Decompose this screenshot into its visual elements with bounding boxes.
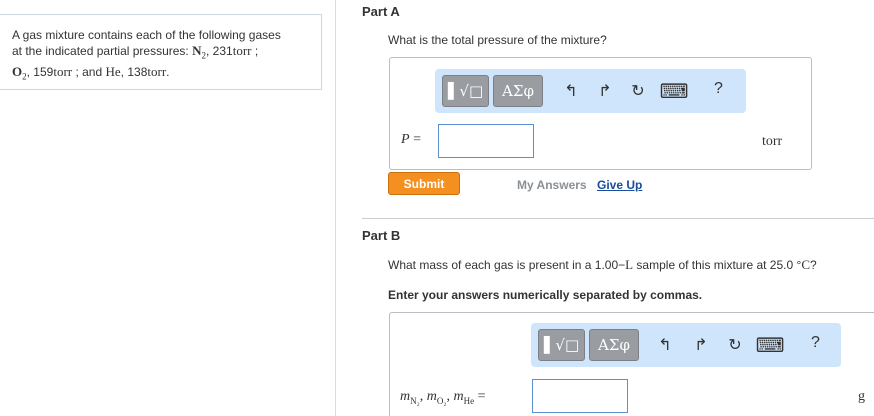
templates-button[interactable]: ▌√□: [442, 75, 489, 107]
question-text: What mass of each gas is present in a 1.…: [388, 258, 626, 272]
he-pressure: , 138: [120, 64, 148, 79]
unit-label: g: [858, 389, 865, 404]
n2-formula: N2: [192, 43, 206, 61]
problem-panel: A gas mixture contains each of the follo…: [0, 0, 336, 416]
greek-symbols-button[interactable]: ΑΣφ: [589, 329, 639, 361]
unit-torr: torr: [147, 63, 167, 79]
unit-celsius: C: [801, 257, 810, 272]
keyboard-icon[interactable]: ⌨: [660, 79, 689, 103]
greek-icon: ΑΣφ: [598, 336, 630, 354]
sub-he: He: [463, 395, 475, 406]
question-mark: ?: [809, 258, 817, 272]
question-text: sample of this mixture at 25.0 °: [633, 258, 802, 272]
var-p: P: [401, 132, 410, 147]
mass-variables-label: mN₂, mO₂, mHe =: [400, 389, 486, 406]
my-answers-link[interactable]: My Answers: [517, 178, 587, 192]
problem-statement: A gas mixture contains each of the follo…: [0, 14, 322, 90]
comma: ,: [419, 389, 424, 404]
part-a-answer-box: ▌√□ ΑΣφ ↰ ↱ ↻ ⌨ ? P = torr: [389, 57, 812, 170]
var-m: m: [400, 389, 411, 404]
templates-button[interactable]: ▌√□: [538, 329, 585, 361]
o2-formula: O2: [12, 63, 27, 82]
pressure-variable-label: P =: [401, 132, 421, 148]
problem-line-3: O2, 159torr ; and He, 138torr.: [12, 64, 311, 85]
sub-o2: O₂: [436, 395, 447, 406]
n2-pressure: , 231: [206, 44, 233, 58]
part-b-title: Part B: [362, 228, 401, 243]
unit-torr: torr: [53, 63, 73, 79]
greek-symbols-button[interactable]: ΑΣφ: [493, 75, 543, 107]
part-b-question: What mass of each gas is present in a 1.…: [388, 257, 817, 273]
part-b-answer-box: ▌√□ ΑΣφ ↰ ↱ ↻ ⌨ ? mN₂, mO₂, mHe = g: [389, 312, 874, 416]
undo-icon[interactable]: ↰: [655, 333, 675, 357]
part-b-instruction: Enter your answers numerically separated…: [388, 288, 703, 302]
separator: ;: [254, 44, 259, 58]
give-up-link[interactable]: Give Up: [597, 178, 642, 192]
unit-label: torr: [762, 134, 783, 149]
mass-answer-input[interactable]: [532, 379, 628, 413]
help-button[interactable]: ?: [811, 334, 820, 352]
var-m: m: [453, 389, 464, 404]
he-formula: He: [105, 63, 121, 79]
period: .: [166, 64, 170, 79]
keyboard-icon[interactable]: ⌨: [756, 333, 785, 357]
part-b-equation-toolbar: ▌√□ ΑΣφ ↰ ↱ ↻ ⌨ ?: [531, 323, 841, 367]
sub-n2: N₂: [410, 395, 420, 406]
part-a-equation-toolbar: ▌√□ ΑΣφ ↰ ↱ ↻ ⌨ ?: [435, 69, 746, 113]
templates-icon: ▌√□: [447, 82, 484, 100]
unit-torr: torr: [232, 43, 252, 58]
equals-sign: =: [477, 389, 486, 404]
problem-line-2: at the indicated partial pressures: N2, …: [12, 43, 311, 64]
separator: ; and: [75, 64, 103, 79]
templates-icon: ▌√□: [543, 336, 580, 354]
var-m: m: [426, 389, 437, 404]
o2-pressure: , 159: [26, 64, 54, 79]
redo-icon[interactable]: ↱: [595, 79, 615, 103]
submit-button[interactable]: Submit: [388, 172, 460, 195]
equals-sign: =: [413, 132, 421, 147]
undo-icon[interactable]: ↰: [561, 79, 581, 103]
problem-text: at the indicated partial pressures:: [12, 44, 189, 58]
redo-icon[interactable]: ↱: [691, 333, 711, 357]
part-a-question: What is the total pressure of the mixtur…: [388, 33, 607, 47]
pressure-answer-input[interactable]: [438, 124, 534, 158]
greek-icon: ΑΣφ: [502, 82, 534, 100]
section-divider: [362, 218, 874, 219]
reset-icon[interactable]: ↻: [725, 333, 745, 357]
reset-icon[interactable]: ↻: [628, 79, 648, 103]
help-button[interactable]: ?: [714, 80, 723, 98]
unit-liter: L: [625, 257, 634, 272]
comma: ,: [446, 389, 451, 404]
problem-line-1: A gas mixture contains each of the follo…: [12, 28, 281, 42]
part-a-title: Part A: [362, 4, 400, 19]
